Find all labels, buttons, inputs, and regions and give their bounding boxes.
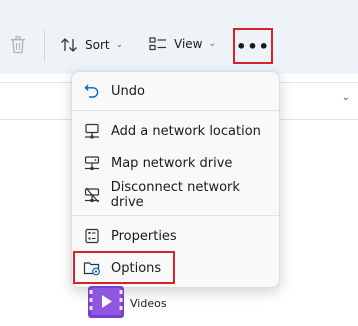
view-label: View bbox=[174, 37, 203, 51]
menu-item-disconnect-network-drive[interactable]: Disconnect network drive bbox=[76, 180, 275, 210]
delete-button[interactable] bbox=[10, 36, 26, 54]
chevron-down-icon: ⌄ bbox=[115, 40, 124, 50]
videos-folder[interactable]: Videos bbox=[88, 284, 167, 318]
ellipsis-icon: ••• bbox=[236, 36, 270, 56]
properties-icon bbox=[82, 226, 102, 246]
chevron-down-icon[interactable]: ⌄ bbox=[342, 92, 350, 103]
sort-icon bbox=[61, 38, 77, 52]
network-location-icon bbox=[82, 121, 102, 141]
menu-item-undo[interactable]: Undo bbox=[76, 77, 275, 105]
map-drive-icon bbox=[82, 153, 102, 173]
menu-item-label: Undo bbox=[111, 83, 145, 99]
options-highlight bbox=[73, 251, 175, 284]
videos-label: Videos bbox=[130, 296, 167, 310]
sort-label: Sort bbox=[85, 38, 110, 52]
chevron-down-icon: ⌄ bbox=[208, 39, 217, 49]
trash-icon bbox=[11, 36, 25, 54]
menu-divider bbox=[72, 110, 279, 111]
toolbar-divider bbox=[44, 30, 45, 62]
videos-folder-icon bbox=[88, 286, 124, 318]
menu-item-label: Add a network location bbox=[111, 123, 261, 139]
menu-item-map-network-drive[interactable]: Map network drive bbox=[76, 149, 275, 177]
menu-item-add-network-location[interactable]: Add a network location bbox=[76, 117, 275, 145]
menu-item-label: Disconnect network drive bbox=[110, 180, 240, 210]
view-icon bbox=[149, 37, 166, 51]
command-bar: Sort ⌄ View ⌄ ••• bbox=[0, 0, 358, 74]
menu-divider bbox=[72, 215, 279, 216]
menu-item-label: Properties bbox=[111, 228, 177, 244]
see-more-button[interactable]: ••• bbox=[234, 29, 272, 63]
undo-icon bbox=[82, 81, 102, 101]
disconnect-drive-icon bbox=[82, 185, 102, 205]
sort-button[interactable]: Sort ⌄ bbox=[60, 37, 123, 53]
menu-item-label: Map network drive bbox=[111, 155, 233, 171]
menu-item-properties[interactable]: Properties bbox=[76, 222, 275, 250]
view-button[interactable]: View ⌄ bbox=[149, 37, 216, 51]
